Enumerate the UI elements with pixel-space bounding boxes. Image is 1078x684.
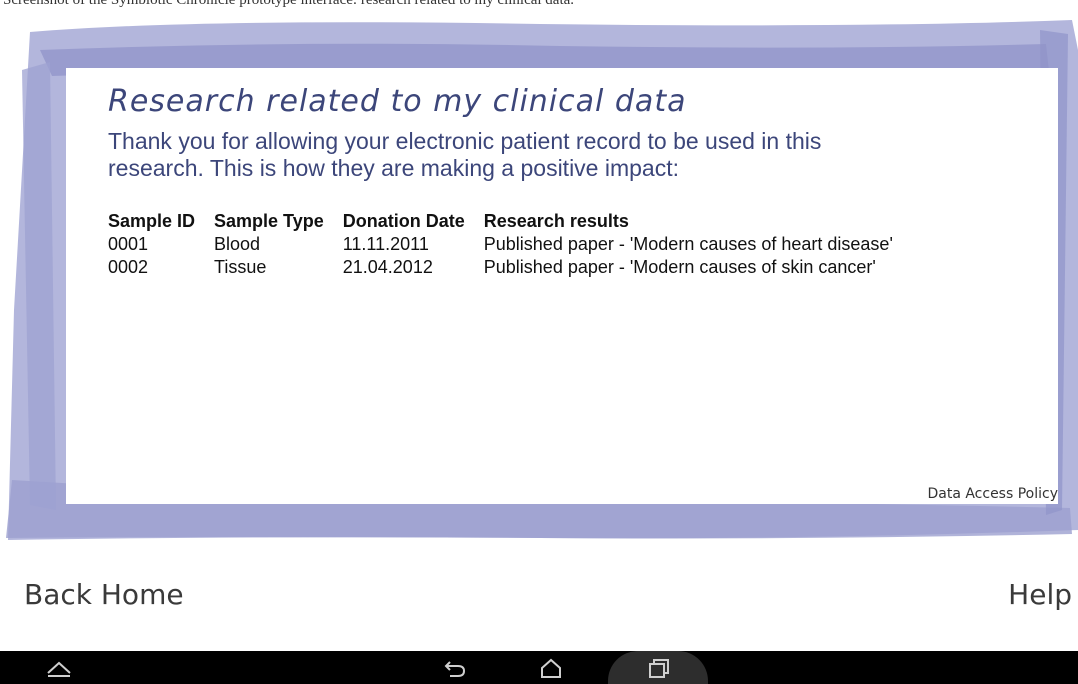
cell-sample-id: 0001 (108, 234, 149, 254)
intro-text: Thank you for allowing your electronic p… (108, 128, 822, 181)
table-row: 0002 Tissue 21.04.2012 Published paper -… (105, 256, 909, 279)
table-row: 0001 Blood 11.11.2011 Published paper - … (105, 233, 909, 256)
research-table: Sample ID Sample Type Donation Date Rese… (105, 210, 909, 279)
cell-research-result: Published paper - 'Modern causes of skin… (483, 257, 876, 277)
content-card: Research related to my clinical data Tha… (66, 68, 1058, 504)
image-caption: Screenshot of the Symbiotic Chronicle pr… (0, 0, 1078, 10)
page-title: Research related to my clinical data (108, 84, 687, 119)
column-header-research-results: Research results (483, 211, 629, 231)
recent-apps-icon[interactable] (646, 657, 672, 679)
cell-donation-date: 11.11.2011 (342, 234, 429, 254)
cell-research-result: Published paper - 'Modern causes of hear… (483, 234, 893, 254)
column-header-donation-date: Donation Date (342, 211, 465, 231)
column-header-sample-id: Sample ID (108, 211, 196, 231)
cell-sample-type: Tissue (214, 257, 267, 277)
table-header-row: Sample ID Sample Type Donation Date Rese… (105, 210, 909, 233)
system-navigation-bar (0, 651, 1078, 684)
column-header-sample-type: Sample Type (214, 211, 324, 231)
sketch-frame: Research related to my clinical data Tha… (0, 10, 1078, 550)
help-link[interactable]: Help (1008, 578, 1072, 611)
cell-sample-type: Blood (214, 234, 261, 254)
expand-up-icon[interactable] (46, 657, 72, 679)
home-icon[interactable] (538, 657, 564, 679)
caption-text: Screenshot of the Symbiotic Chronicle pr… (3, 0, 575, 8)
cell-donation-date: 21.04.2012 (342, 257, 433, 277)
cell-sample-id: 0002 (108, 257, 149, 277)
back-home-link[interactable]: Back Home (24, 578, 184, 611)
back-icon[interactable] (442, 657, 468, 679)
data-access-policy-link[interactable]: Data Access Policy (927, 486, 1058, 502)
